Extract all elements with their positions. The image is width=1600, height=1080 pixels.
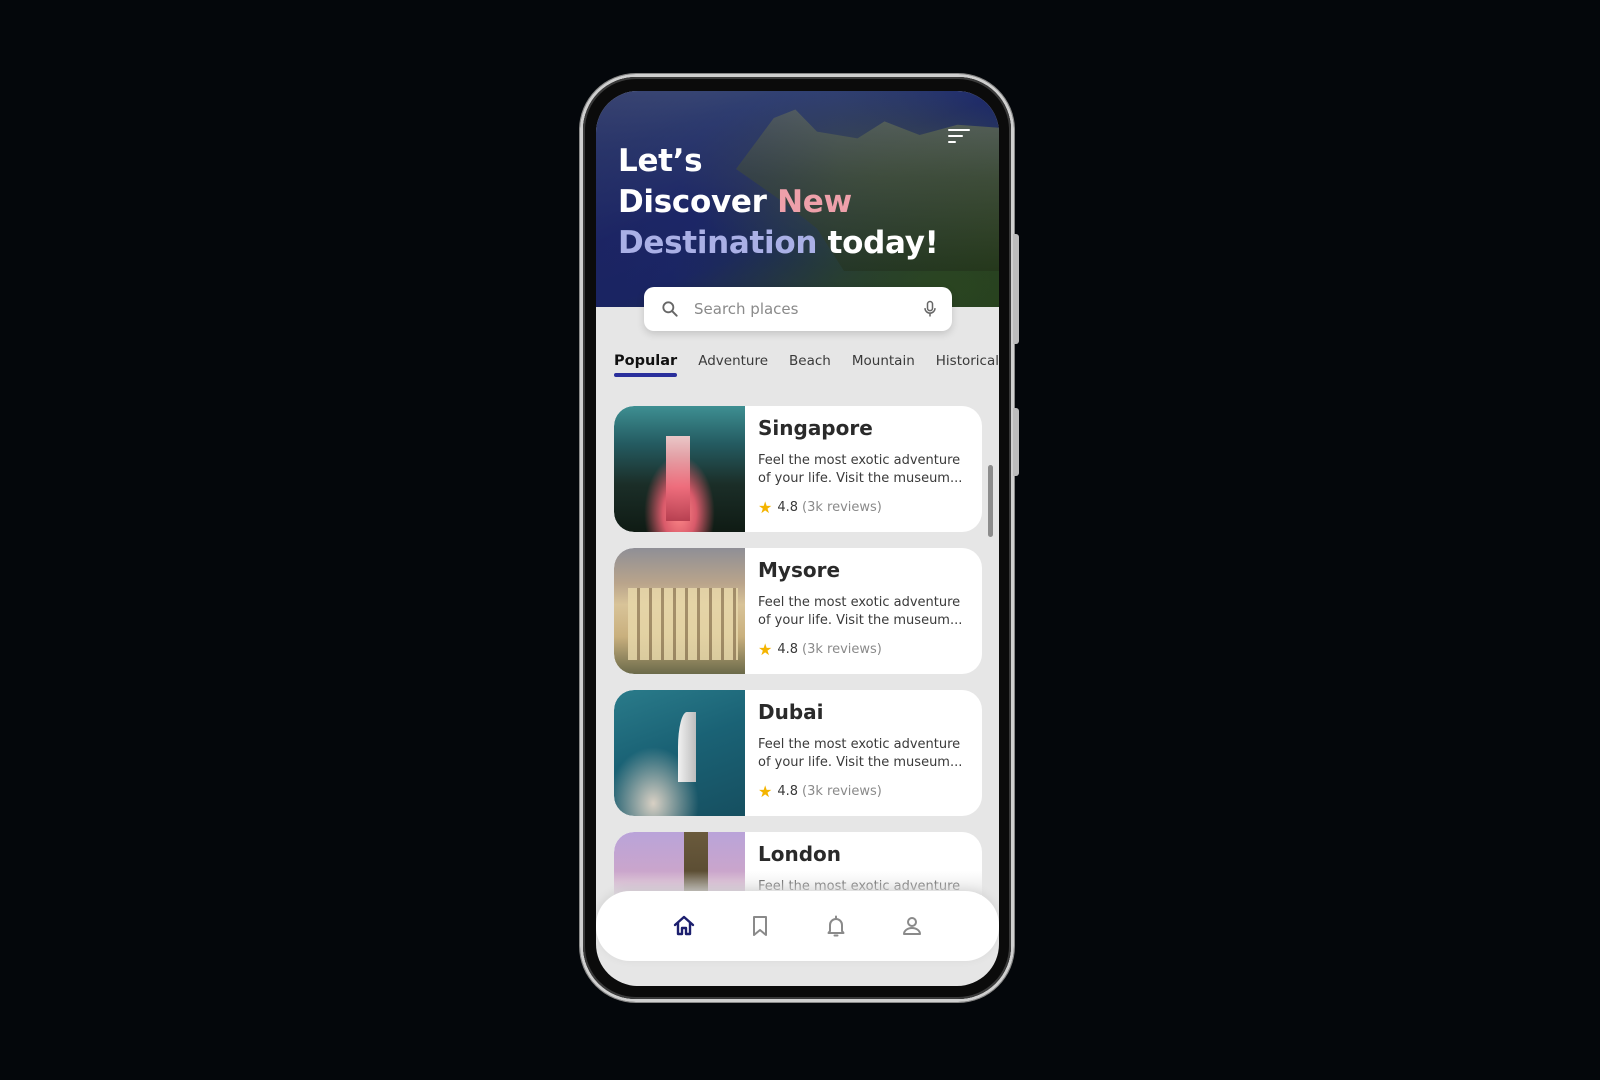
- search-bar: [644, 287, 952, 331]
- nav-profile[interactable]: [900, 914, 924, 938]
- tab-beach[interactable]: Beach: [789, 353, 831, 375]
- review-count: (3k reviews): [802, 500, 882, 515]
- bottom-navigation: [596, 891, 999, 961]
- review-count: (3k reviews): [802, 784, 882, 799]
- volume-button: [1013, 234, 1019, 344]
- rating-value: 4.8: [777, 784, 799, 799]
- place-image: [614, 548, 745, 674]
- place-name: Dubai: [758, 700, 824, 724]
- menu-icon-line: [948, 135, 963, 137]
- star-icon: ★: [758, 498, 773, 517]
- place-name: London: [758, 842, 842, 866]
- place-card-mysore[interactable]: Mysore Feel the most exotic adventure of…: [614, 548, 982, 674]
- bell-icon: [827, 915, 844, 937]
- place-name: Mysore: [758, 558, 841, 582]
- star-icon: ★: [758, 640, 773, 659]
- microphone-icon[interactable]: [920, 299, 940, 319]
- nav-notifications[interactable]: [824, 914, 848, 938]
- home-icon: [673, 915, 694, 936]
- place-rating: ★ 4.8 (3k reviews): [758, 640, 968, 659]
- star-icon: ★: [758, 782, 773, 801]
- place-card-singapore[interactable]: Singapore Feel the most exotic adventure…: [614, 406, 982, 532]
- page-headline: Let’s Discover New Destination today!: [618, 143, 939, 261]
- nav-home[interactable]: [672, 914, 696, 938]
- place-rating: ★ 4.8 (3k reviews): [758, 498, 968, 517]
- headline-highlight-new: New: [777, 184, 852, 220]
- place-description: Feel the most exotic adventure of your l…: [758, 737, 963, 770]
- place-rating: ★ 4.8 (3k reviews): [758, 782, 968, 801]
- rating-value: 4.8: [777, 642, 799, 657]
- place-image: [614, 406, 745, 532]
- place-description: Feel the most exotic adventure of your l…: [758, 595, 963, 628]
- bookmark-icon: [752, 916, 767, 936]
- power-button: [1013, 408, 1019, 476]
- search-input[interactable]: [692, 299, 920, 319]
- scrollbar[interactable]: [988, 465, 993, 537]
- app-screen: Let’s Discover New Destination today! Po…: [596, 91, 999, 986]
- place-name: Singapore: [758, 416, 873, 440]
- category-tabs: Popular Adventure Beach Mountain Histori…: [614, 353, 999, 377]
- headline-highlight-destination: Destination: [618, 225, 818, 261]
- rating-value: 4.8: [777, 500, 799, 515]
- menu-icon-line: [948, 129, 970, 131]
- place-card-dubai[interactable]: Dubai Feel the most exotic adventure of …: [614, 690, 982, 816]
- tab-adventure[interactable]: Adventure: [698, 353, 768, 375]
- profile-icon: [902, 917, 921, 935]
- tab-historical[interactable]: Historical: [936, 353, 999, 375]
- tab-mountain[interactable]: Mountain: [852, 353, 915, 375]
- nav-bookmarks[interactable]: [748, 914, 772, 938]
- tab-popular[interactable]: Popular: [614, 353, 678, 377]
- hero-banner: Let’s Discover New Destination today!: [596, 91, 999, 307]
- review-count: (3k reviews): [802, 642, 882, 657]
- place-image: [614, 690, 745, 816]
- search-icon: [662, 301, 678, 317]
- place-description: Feel the most exotic adventure of your l…: [758, 453, 963, 486]
